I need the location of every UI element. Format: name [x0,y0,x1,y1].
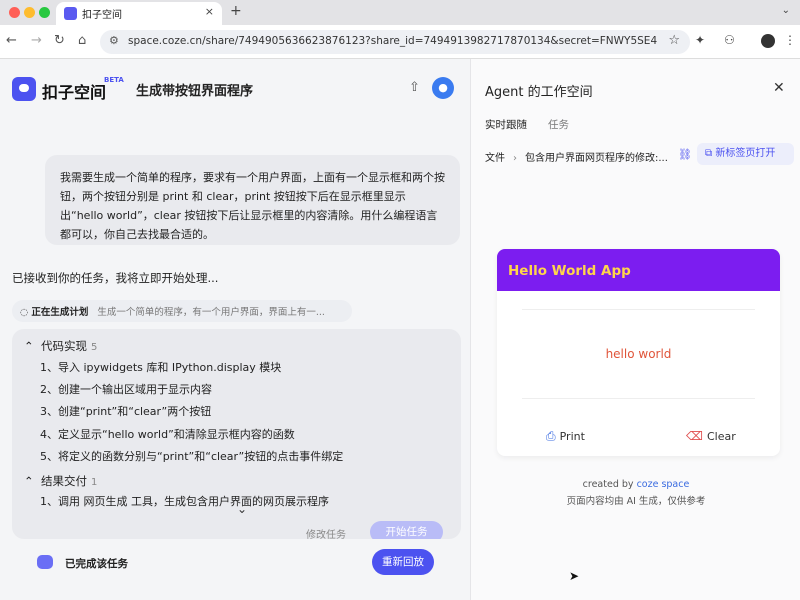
close-window-button[interactable] [9,7,20,18]
preview-app-card: Hello World App hello world ⎙ Print ⌫ Clea… [497,249,780,456]
user-message: 我需要生成一个简单的程序，要求有一个用户界面，上面有一个显示框和两个按钮，两个按… [45,155,460,245]
preview-app-title: Hello World App [497,249,780,291]
browser-menu-icon[interactable]: ⋮ [784,33,796,47]
plan-step: 2、创建一个输出区域用于显示内容 [40,383,212,396]
browser-tab[interactable]: 扣子空间 × [56,2,222,25]
plan-step: 3、创建“print”和“clear”两个按钮 [40,405,212,418]
eraser-icon: ⌫ [686,429,703,443]
breadcrumb-root[interactable]: 文件 [485,153,505,164]
chevron-up-icon: ⌃ [24,474,34,488]
plan-chip-text: 生成一个简单的程序，有一个用户界面，界面上有一... [97,307,325,318]
tab-list-chevron-icon[interactable]: ⌄ [782,5,790,16]
section-delivery-header[interactable]: ⌃ 结果交付 1 [24,473,97,489]
browser-tab-bar: 扣子空间 × + ⌄ [0,0,800,25]
task-complete-text: 已完成该任务 [65,558,128,570]
chevron-up-icon: ⌃ [24,339,34,353]
breadcrumb: 文件 › 包含用户界面网页程序的修改:... [485,149,668,164]
plan-chip-label: 正在生成计划 [31,307,89,318]
external-link-icon: ⧉ [705,148,713,159]
ai-disclaimer: 页面内容均由 AI 生成，仅供参考 [566,496,706,507]
profile-avatar-icon[interactable] [761,34,775,48]
user-avatar-icon[interactable]: ● [432,77,454,99]
plan-step: 1、调用 网页生成 工具，生成包含用户界面的网页展示程序 [40,495,329,508]
back-button[interactable]: ← [6,33,17,48]
coze-favicon-icon [64,7,77,20]
section-code-header[interactable]: ⌃ 代码实现 5 [24,338,97,354]
minimize-window-button[interactable] [24,7,35,18]
coze-space-link[interactable]: coze space [637,479,690,490]
plan-step: 1、导入 ipywidgets 库和 IPython.display 模块 [40,361,282,374]
logo-text: 扣子空间 [42,83,107,102]
forward-button[interactable]: → [31,33,42,48]
plan-step: 4、定义显示“hello world”和清除显示框内容的函数 [40,428,295,441]
workspace-title: Agent 的工作空间 [485,85,593,100]
chevron-right-icon: › [513,153,517,164]
clear-button[interactable]: ⌫ Clear [686,429,736,443]
url-text[interactable]: space.coze.cn/share/7494905636623876123?… [128,35,657,47]
assistant-ack: 已接收到你的任务，我将立即开始处理... [12,271,219,285]
extensions-icon[interactable]: ✦ [695,33,705,47]
open-new-tab-button[interactable]: ⧉ 新标签页打开 [697,143,794,165]
link-icon[interactable]: ⛓ [678,148,692,161]
tab-close-icon[interactable]: × [205,5,214,18]
mouse-cursor-icon: ➤ [569,569,580,583]
site-settings-icon[interactable]: ⚙ [109,34,119,47]
chat-panel: 扣子空间 BETA 生成带按钮界面程序 ⇧ ● 我需要生成一个简单的程序，要求有… [0,59,470,600]
incognito-icon[interactable]: ⚇ [724,33,735,47]
browser-toolbar: ← → ↻ ⌂ ⚙ space.coze.cn/share/7494905636… [0,25,800,59]
preview-display-box: hello world [522,309,755,399]
bookmark-star-icon[interactable]: ☆ [668,33,680,48]
address-bar[interactable]: ⚙ space.coze.cn/share/749490563662387612… [100,30,690,54]
home-button[interactable]: ⌂ [78,33,86,48]
new-tab-button[interactable]: + [230,3,242,19]
conversation-title: 生成带按钮界面程序 [136,84,254,99]
plan-status-chip[interactable]: ◌ 正在生成计划 生成一个简单的程序，有一个用户界面，界面上有一... [12,300,352,322]
share-icon[interactable]: ⇧ [409,80,420,95]
printer-icon: ⎙ [546,429,556,443]
breadcrumb-file: 包含用户界面网页程序的修改:... [525,153,668,164]
tab-live-follow[interactable]: 实时跟随 [485,117,527,132]
maximize-window-button[interactable] [39,7,50,18]
scroll-down-icon[interactable]: ⌄ [237,502,247,516]
print-button[interactable]: ⎙ Print [546,429,585,444]
plan-step: 5、将定义的函数分别与“print”和“clear”按钮的点击事件绑定 [40,450,344,463]
reload-button[interactable]: ↻ [54,33,65,48]
agent-workspace-panel: Agent 的工作空间 ✕ 实时跟随 任务 文件 › 包含用户界面网页程序的修改:.… [470,59,800,600]
spinner-icon: ◌ [20,307,29,318]
tab-title: 扣子空间 [82,10,122,21]
replay-button[interactable]: 重新回放 [372,549,434,575]
tab-tasks[interactable]: 任务 [548,117,569,132]
preview-credit: created by coze space [582,479,690,490]
beta-badge: BETA [104,76,124,84]
coze-logo-icon [12,77,36,101]
close-icon[interactable]: ✕ [773,80,785,96]
agent-icon [37,555,53,569]
task-footer: 已完成该任务 重新回放 [0,539,470,600]
